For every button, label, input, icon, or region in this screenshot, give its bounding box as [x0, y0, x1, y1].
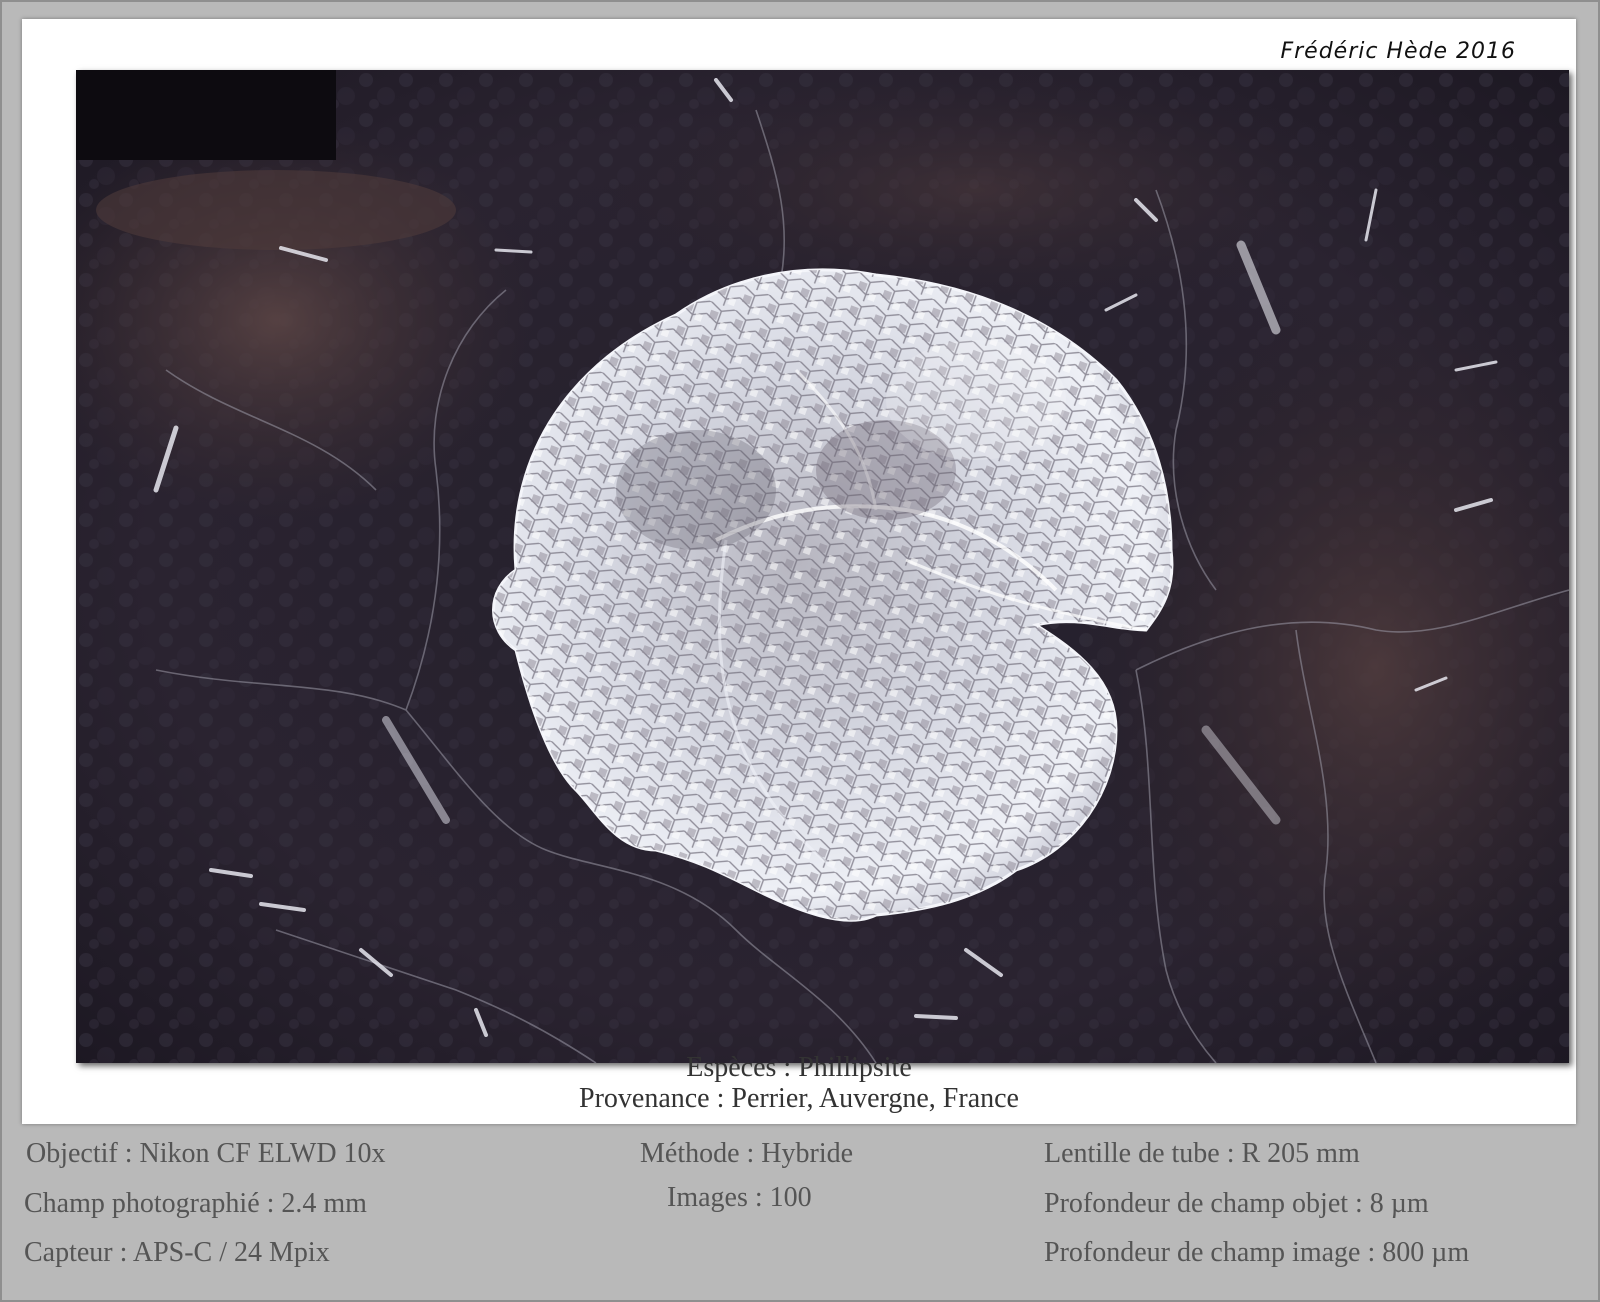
photographer-signature: Frédéric Hède 2016: [1280, 39, 1516, 64]
object-depth-of-field-detail: Profondeur de champ objet : 8 µm: [1044, 1188, 1429, 1219]
provenance-line: Provenance : Perrier, Auvergne, France: [579, 1083, 1019, 1114]
photo-caption: Espèces : Phillipsite Provenance : Perri…: [22, 1052, 1576, 1114]
image-count-detail: Images : 100: [667, 1182, 812, 1213]
sensor-detail: Capteur : APS-C / 24 Mpix: [24, 1237, 330, 1268]
image-depth-of-field-detail: Profondeur de champ image : 800 µm: [1044, 1237, 1470, 1268]
objective-detail: Objectif : Nikon CF ELWD 10x: [26, 1138, 386, 1169]
mineral-photograph: [76, 70, 1569, 1063]
field-of-view-detail: Champ photographié : 2.4 mm: [24, 1188, 367, 1219]
method-detail: Méthode : Hybride: [640, 1138, 854, 1169]
species-line: Espèces : Phillipsite: [686, 1052, 912, 1083]
photo-card: Frédéric Hède 2016: [22, 19, 1576, 1124]
tube-lens-detail: Lentille de tube : R 205 mm: [1044, 1138, 1360, 1169]
mineral-photo-illustration: [76, 70, 1569, 1063]
